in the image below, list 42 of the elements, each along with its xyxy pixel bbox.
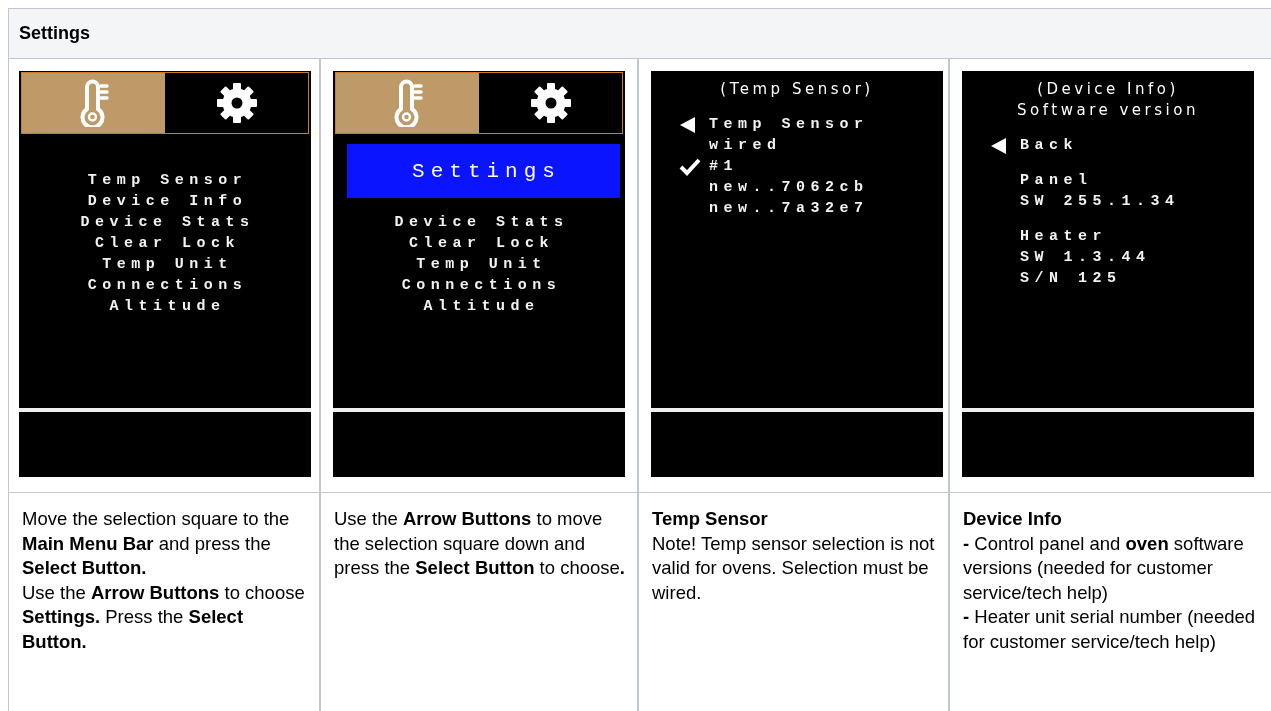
sensor-option[interactable]: #1 (709, 158, 738, 175)
description-heading: Temp Sensor (652, 507, 769, 531)
menu-item[interactable]: Altitude (418, 296, 540, 317)
description-text: Use the Arrow Buttons to choose Settings. Press the Select Button. (22, 580, 306, 654)
menu-item[interactable]: Clear Lock (404, 233, 554, 254)
screen-text: SW 255.1.34 (1020, 193, 1180, 210)
screen-text: S/N 125 (1020, 270, 1122, 287)
screen-text: SW 1.3.44 (1020, 249, 1151, 266)
menu-item[interactable]: Temp Unit (97, 254, 233, 275)
menu-item[interactable]: Clear Lock (90, 233, 240, 254)
screen-title: (Temp Sensor) (720, 79, 874, 100)
screen-title: (Device Info) (1037, 79, 1179, 100)
description-text: Note! Temp sensor selection is not valid for ovens. Selection must be wired. (652, 531, 936, 605)
menu-item[interactable]: Connections (396, 275, 562, 296)
sensor-option[interactable]: new..7062cb (709, 179, 869, 196)
screen-title: Software version (1017, 100, 1199, 121)
sensor-option[interactable]: new..7a32e7 (709, 200, 869, 217)
screen-text: Heater (1020, 228, 1107, 245)
description-text: - Heater unit serial number (needed for customer service/tech help) (963, 605, 1257, 654)
back-option[interactable]: Back (1020, 137, 1078, 154)
description-text: - Control panel and oven software versions (needed for customer service/tech help) (963, 531, 1245, 605)
description-heading: Device Info (963, 507, 1063, 531)
screen-text: wired (709, 137, 782, 154)
description-text: Use the Arrow Buttons to move the selection square down and press the Select Button to choose. (334, 507, 626, 580)
menu-item[interactable]: Temp Sensor (82, 170, 248, 191)
table-header: Settings (19, 23, 90, 44)
gear-icon (215, 82, 258, 124)
thermometer-icon (391, 79, 424, 127)
gear-icon (529, 82, 572, 124)
menu-item[interactable]: Device Info (82, 191, 248, 212)
back-arrow-icon (679, 115, 697, 134)
menu-item[interactable]: Device Stats (389, 212, 569, 233)
menu-item[interactable]: Device Stats (75, 212, 255, 233)
menu-item[interactable]: Altitude (104, 296, 226, 317)
menu-item[interactable]: Temp Unit (411, 254, 547, 275)
back-arrow-icon (990, 136, 1008, 155)
menu-item[interactable]: Connections (82, 275, 248, 296)
screen-text: Panel (1020, 172, 1093, 189)
selection-popup: Settings (347, 144, 620, 198)
description-text: Move the selection square to the Main Menu Bar and press the Select Button. (22, 507, 291, 580)
back-option[interactable]: Temp Sensor (709, 116, 869, 133)
thermometer-icon (77, 79, 110, 127)
